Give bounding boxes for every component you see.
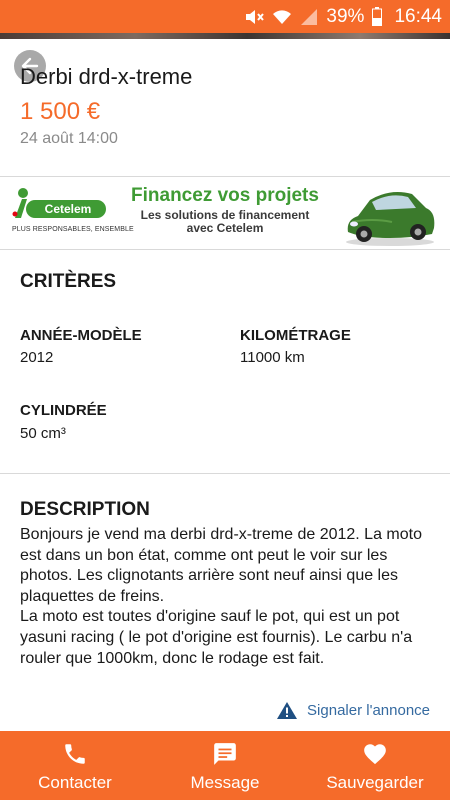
banner-subline: Les solutions de financement avec Cetele…: [120, 209, 330, 235]
report-ad-label: Signaler l'annonce: [307, 702, 430, 719]
divider: [0, 473, 450, 474]
cetelem-logo: Cetelem: [12, 188, 106, 218]
criteria-label-mileage: KILOMÉTRAGE: [240, 327, 351, 344]
photo-strip[interactable]: [0, 33, 450, 39]
description-text: Bonjours je vend ma derbi drd-x-treme de…: [20, 525, 440, 669]
warning-icon: [277, 702, 298, 719]
cetelem-banner[interactable]: Cetelem PLUS RESPONSABLES, ENSEMBLE Fina…: [0, 178, 450, 250]
chat-icon: [211, 739, 239, 769]
cetelem-tagline: PLUS RESPONSABLES, ENSEMBLE: [12, 226, 134, 233]
heart-icon: [361, 739, 389, 769]
criteria-label-year: ANNÉE-MODÈLE: [20, 327, 142, 344]
contact-label: Contacter: [38, 772, 112, 792]
clock: 16:44: [394, 5, 442, 27]
ad-date: 24 août 14:00: [20, 130, 118, 147]
description-paragraph: La moto est toutes d'origine sauf le pot…: [20, 608, 413, 667]
ad-title: Derbi drd-x-treme: [20, 64, 193, 89]
bottom-action-bar: Contacter Message Sauvegarder: [0, 731, 450, 800]
message-button[interactable]: Message: [150, 731, 300, 800]
ad-price: 1 500 €: [20, 98, 101, 125]
message-label: Message: [190, 772, 260, 792]
cetelem-logo-text: Cetelem: [45, 202, 92, 216]
contact-button[interactable]: Contacter: [0, 731, 150, 800]
description-paragraph: Bonjours je vend ma derbi drd-x-treme de…: [20, 526, 422, 605]
divider: [0, 176, 450, 177]
criteria-value-year: 2012: [20, 349, 54, 366]
wifi-icon: [272, 8, 292, 26]
battery-icon: [372, 7, 383, 26]
green-car-image: [346, 192, 435, 246]
criteria-title: CRITÈRES: [20, 271, 117, 292]
criteria-value-mileage: 11000 km: [240, 349, 305, 366]
criteria-label-displacement: CYLINDRÉE: [20, 402, 107, 419]
banner-headline: Financez vos projets: [131, 185, 319, 206]
mute-icon: [244, 8, 265, 26]
battery-text: 39%: [326, 5, 365, 27]
save-label: Sauvegarder: [326, 772, 424, 792]
divider: [0, 249, 450, 250]
banner-subline-2: avec Cetelem: [186, 221, 264, 235]
criteria-value-displacement: 50 cm³: [20, 425, 66, 442]
report-ad-link[interactable]: Signaler l'annonce: [276, 701, 430, 720]
status-bar: 39% 16:44: [0, 0, 450, 33]
save-button[interactable]: Sauvegarder: [300, 731, 450, 800]
description-title: DESCRIPTION: [20, 499, 150, 520]
phone-icon: [62, 739, 88, 769]
signal-icon: [300, 8, 318, 26]
